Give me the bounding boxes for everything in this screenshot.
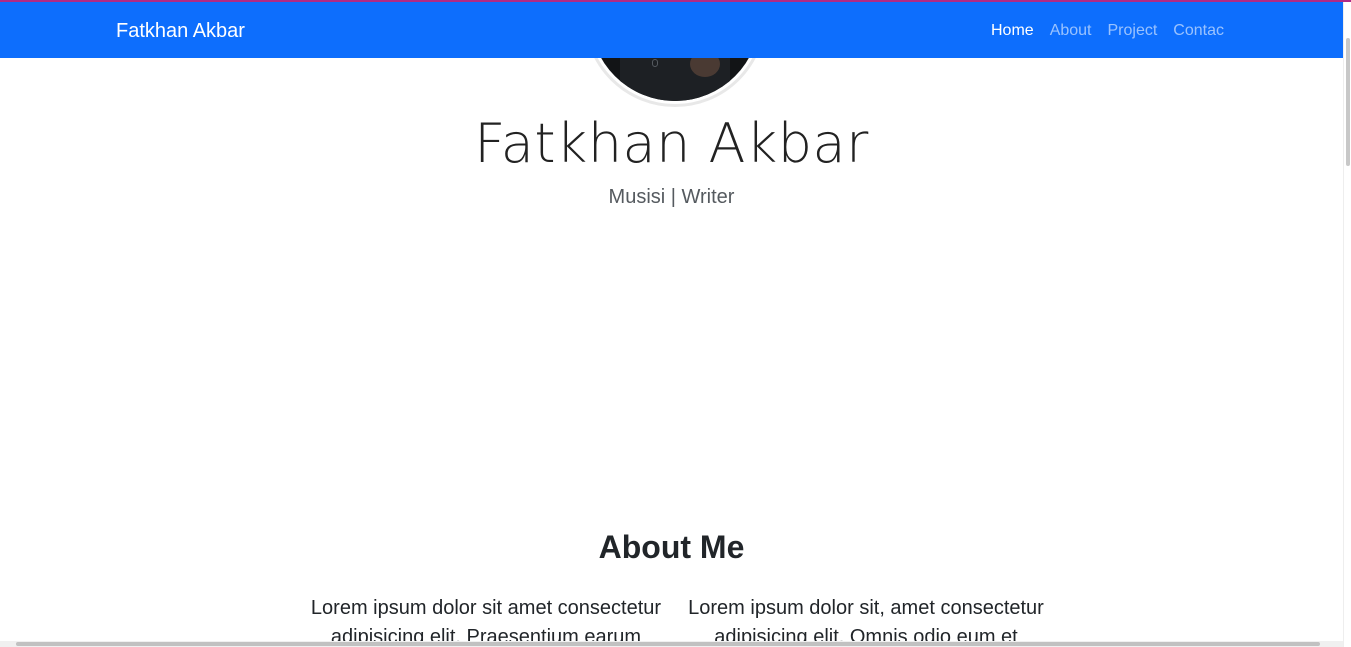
about-text-right: Lorem ipsum dolor sit, amet consectetur …: [688, 597, 1044, 647]
about-section: About Me Lorem ipsum dolor sit amet cons…: [0, 526, 1343, 647]
about-title: About Me: [598, 529, 745, 565]
nav-link-contac[interactable]: Contac: [1173, 21, 1224, 41]
top-edge: [0, 0, 1351, 2]
about-columns: Lorem ipsum dolor sit amet consectetur a…: [296, 594, 1056, 647]
nav-link-about[interactable]: About: [1050, 21, 1092, 41]
about-text-left: Lorem ipsum dolor sit amet consectetur a…: [310, 597, 662, 647]
page: Fatkhan Akbar Musisi | Writer Fatkhan Ak…: [0, 0, 1351, 647]
navbar-brand[interactable]: Fatkhan Akbar: [116, 19, 245, 43]
navbar: Fatkhan Akbar Home About Project Contac: [0, 2, 1343, 58]
hero-name: Fatkhan Akbar: [474, 112, 869, 175]
vertical-scrollbar[interactable]: [1343, 0, 1351, 647]
navbar-links: Home About Project Contac: [975, 21, 1224, 41]
hero-tagline: Musisi | Writer: [608, 186, 735, 208]
avatar-hood-detail: [652, 59, 658, 67]
nav-link-project[interactable]: Project: [1108, 21, 1158, 41]
horizontal-scrollbar-thumb[interactable]: [16, 642, 1320, 646]
hero-section: Fatkhan Akbar Musisi | Writer: [0, 0, 1343, 480]
nav-link-home[interactable]: Home: [991, 21, 1034, 41]
vertical-scrollbar-thumb[interactable]: [1346, 38, 1350, 166]
horizontal-scrollbar[interactable]: [0, 641, 1343, 647]
